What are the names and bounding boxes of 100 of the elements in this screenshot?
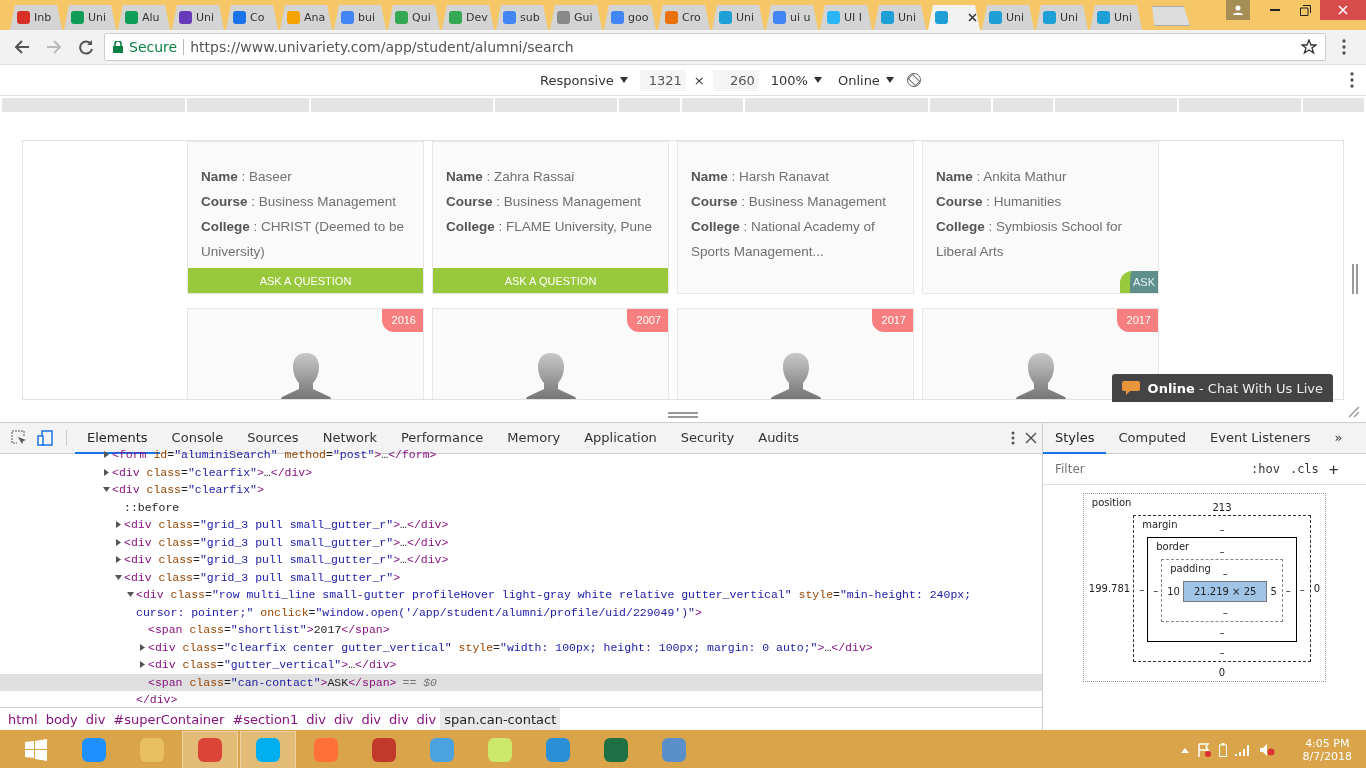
styles-tab[interactable]: Computed — [1106, 422, 1198, 454]
profile-card[interactable]: Name : Ankita Mathur Course : Humanities College : Symbiosis School for Liberal Arts ASK — [922, 141, 1159, 294]
breadcrumb[interactable]: body — [41, 708, 82, 730]
dom-node[interactable]: <div class="gutter_vertical">…</div> — [0, 656, 1042, 674]
collapsed-triangle-icon[interactable] — [102, 468, 110, 476]
network-dropdown[interactable]: Online — [833, 70, 898, 90]
close-icon[interactable] — [968, 13, 977, 22]
signal-icon[interactable] — [1234, 744, 1251, 756]
taskbar-app-icon[interactable] — [182, 731, 238, 768]
browser-tab[interactable]: Dev — [442, 5, 494, 30]
zoom-dropdown[interactable]: 100% — [766, 70, 826, 90]
dom-node[interactable]: <div class="grid_3 pull small_gutter_r">…</div> — [0, 533, 1042, 551]
expanded-triangle-icon[interactable] — [114, 573, 122, 581]
dom-node[interactable]: <div class="clearfix"> — [0, 481, 1042, 499]
year-badge: 2017 — [1116, 309, 1158, 332]
browser-tab[interactable]: Alu — [118, 5, 170, 30]
breadcrumb[interactable]: #section1 — [228, 708, 303, 730]
breadcrumb[interactable]: #superContainer — [109, 708, 229, 730]
browser-tab[interactable]: Gui — [550, 5, 602, 30]
breadcrumb[interactable]: div — [357, 708, 386, 730]
devtools-tab[interactable]: Application — [572, 422, 669, 454]
browser-tab[interactable]: Qui — [388, 5, 440, 30]
star-icon[interactable] — [1301, 39, 1317, 55]
show-hidden-icons-icon[interactable] — [1180, 747, 1189, 753]
browser-tab[interactable]: Uni — [712, 5, 764, 30]
battery-icon[interactable] — [1218, 743, 1227, 757]
height-field[interactable]: 260 — [712, 69, 759, 91]
browser-tab[interactable]: Cro — [658, 5, 710, 30]
rotate-icon[interactable] — [905, 72, 922, 88]
lock-icon — [113, 41, 123, 53]
profile-card[interactable]: Name : Harsh Ranavat Course : Business Management College : National Academy of Sports Management... — [677, 141, 914, 294]
browser-tab[interactable]: Uni — [874, 5, 926, 30]
collapsed-triangle-icon[interactable] — [114, 521, 122, 528]
muted-speaker-icon[interactable] — [1258, 743, 1275, 757]
collapsed-triangle-icon[interactable] — [102, 451, 110, 458]
device-dropdown[interactable]: Responsive — [536, 70, 632, 90]
chat-widget[interactable]: Online - Chat With Us Live — [1111, 374, 1333, 402]
breadcrumb[interactable]: div — [302, 708, 330, 730]
dom-node[interactable]: <span class="shortlist">2017</span> — [0, 621, 1042, 639]
collapsed-triangle-icon[interactable] — [138, 643, 146, 651]
profile-card[interactable]: Name : Zahra Rassai Course : Business Management College : FLAME University, Pune ASK A QUESTION — [432, 141, 669, 294]
windows-logo-icon — [25, 739, 47, 761]
taskbar-app-icon[interactable] — [240, 731, 296, 768]
browser-tab[interactable]: Uni — [1090, 5, 1142, 30]
url-text: https://www.univariety.com/app/student/alumni/search — [190, 39, 575, 55]
browser-tab[interactable]: Inb — [10, 5, 62, 30]
devtools-tab[interactable]: Security — [668, 422, 747, 454]
browser-tab[interactable]: Uni — [1036, 5, 1088, 30]
breadcrumb[interactable]: div — [81, 708, 110, 730]
dom-node[interactable]: <span class="can-contact">ASK</span> == $0 — [0, 673, 1042, 691]
flag-icon[interactable] — [1196, 743, 1211, 757]
collapsed-triangle-icon[interactable] — [114, 538, 122, 546]
styles-tab[interactable]: Styles — [1043, 422, 1107, 454]
dropdown-caret-icon — [885, 77, 894, 83]
breadcrumb[interactable]: span.can-contact — [440, 708, 561, 730]
dom-node[interactable]: <div class="clearfix">…</div> — [0, 463, 1042, 481]
profile-card[interactable]: Name : Baseer Course : Business Management College : CHRIST (Deemed to be University) ASK A QUESTION — [187, 141, 424, 294]
course-text: Course : Business Management — [446, 193, 643, 211]
breadcrumb[interactable]: div — [412, 708, 441, 730]
browser-tab[interactable]: Uni — [172, 5, 224, 30]
restore-icon — [1299, 4, 1311, 16]
devtools-tab[interactable]: Memory — [495, 422, 573, 454]
breadcrumb[interactable]: div — [329, 708, 358, 730]
dom-node[interactable]: <div class="row multi_line small-gutter profileHover light-gray white relative gutter_vertical" style="min-height: 240px; cursor: pointer;" onclick="window.open('/app/student/alumni/profile/uid/229049')"> — [0, 586, 1042, 621]
border-box: border – – padding – 10 21.219 × 25 5 – – – — [1147, 537, 1297, 642]
breadcrumb[interactable]: div — [385, 708, 413, 730]
width-field[interactable]: 1321 — [639, 69, 686, 91]
dom-node[interactable]: <div class="grid_3 pull small_gutter_r">…</div> — [0, 516, 1042, 534]
browser-tab[interactable]: Ana — [280, 5, 332, 30]
expanded-triangle-icon[interactable] — [102, 486, 110, 493]
add-rule-button[interactable]: + — [1328, 459, 1339, 479]
vertical-resize-handle-icon[interactable] — [1352, 264, 1358, 294]
address-bar[interactable]: Secure https://www.univariety.com/app/student/alumni/search — [104, 33, 1326, 61]
devtools-tab[interactable]: Audits — [746, 422, 812, 454]
browser-tab[interactable]: Co — [226, 5, 278, 30]
browser-tab[interactable]: Uni — [64, 5, 116, 30]
user-button[interactable] — [1226, 0, 1250, 20]
breadcrumb[interactable]: html — [4, 708, 42, 730]
styles-tab[interactable]: Event Listeners — [1198, 422, 1323, 454]
hov-button[interactable]: :hov — [1251, 462, 1280, 476]
browser-tab[interactable]: bui — [334, 5, 386, 30]
dom-node[interactable]: <div class="clearfix center gutter_vertical" style="width: 100px; height: 100px; margin: 0 auto;">…</div> — [0, 638, 1042, 656]
browser-tab[interactable]: ui u — [766, 5, 818, 30]
collapsed-triangle-icon[interactable] — [114, 556, 122, 563]
collapsed-triangle-icon[interactable] — [138, 661, 146, 668]
expanded-triangle-icon[interactable] — [126, 591, 134, 598]
dom-node[interactable]: </div> — [0, 691, 1042, 707]
browser-tab[interactable]: sub — [496, 5, 548, 30]
styles-tab[interactable]: » — [1322, 422, 1355, 454]
horizontal-resize-handle-icon[interactable] — [668, 412, 698, 418]
browser-tab[interactable]: Uni — [982, 5, 1034, 30]
corner-resize-icon[interactable] — [1348, 406, 1360, 418]
dom-node[interactable]: ::before — [0, 498, 1042, 516]
browser-tab[interactable]: goo — [604, 5, 656, 30]
cls-button[interactable]: .cls — [1289, 462, 1319, 476]
browser-tab[interactable]: UI I — [820, 5, 872, 30]
dom-node[interactable]: <div class="grid_3 pull small_gutter_r"> — [0, 568, 1042, 586]
college-text: College : CHRIST (Deemed to be University) — [201, 218, 406, 261]
close-icon — [1338, 5, 1348, 15]
dom-node[interactable]: <div class="grid_3 pull small_gutter_r">…</div> — [0, 551, 1042, 569]
